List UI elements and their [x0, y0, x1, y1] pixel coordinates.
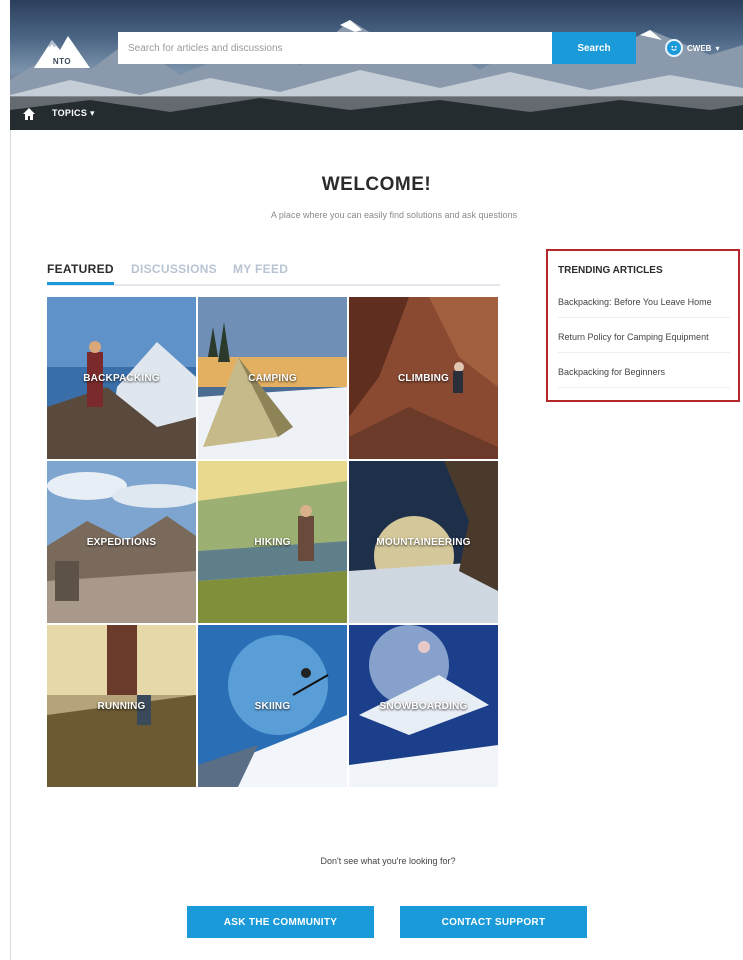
topic-label: MOUNTAINEERING: [376, 536, 471, 548]
topic-label: EXPEDITIONS: [86, 536, 157, 548]
tab-featured[interactable]: FEATURED: [47, 262, 114, 285]
tab-my-feed[interactable]: MY FEED: [233, 262, 288, 282]
ask-community-button[interactable]: ASK THE COMMUNITY: [187, 906, 374, 938]
topic-label: CLIMBING: [397, 372, 450, 384]
user-menu[interactable]: CWEB ▾: [665, 38, 719, 58]
tab-bar: FEATURED DISCUSSIONS MY FEED: [47, 262, 500, 286]
topic-label: BACKPACKING: [83, 372, 160, 384]
contact-support-button[interactable]: CONTACT SUPPORT: [400, 906, 587, 938]
nto-logo[interactable]: NTO: [32, 30, 92, 70]
user-name: CWEB: [687, 43, 712, 53]
topic-tile-hiking[interactable]: HIKING: [198, 461, 347, 623]
topic-tile-backpacking[interactable]: BACKPACKING: [47, 297, 196, 459]
avatar: [665, 39, 683, 57]
trending-article-link[interactable]: Return Policy for Camping Equipment: [558, 332, 730, 353]
tab-discussions[interactable]: DISCUSSIONS: [131, 262, 217, 282]
search-button[interactable]: Search: [552, 32, 636, 64]
help-question: Don't see what you're looking for?: [320, 856, 456, 866]
topic-tile-running[interactable]: RUNNING: [47, 625, 196, 787]
logo-text: NTO: [52, 57, 72, 66]
page-title: WELCOME!: [321, 174, 432, 195]
topic-tile-skiing[interactable]: SKIING: [198, 625, 347, 787]
trending-articles-panel: TRENDING ARTICLES Backpacking: Before Yo…: [546, 249, 740, 402]
page-edge: [10, 130, 11, 960]
topic-label: RUNNING: [97, 700, 146, 712]
topic-label: SKIING: [254, 700, 291, 712]
topic-tile-mountaineering[interactable]: MOUNTAINEERING: [349, 461, 498, 623]
nav-bar: TOPICS ▾: [10, 96, 743, 130]
search-input[interactable]: [118, 32, 552, 64]
topic-tile-snowboarding[interactable]: SNOWBOARDING: [349, 625, 498, 787]
topic-label: SNOWBOARDING: [379, 700, 468, 712]
topic-tile-climbing[interactable]: CLIMBING: [349, 297, 498, 459]
topic-label: HIKING: [254, 536, 291, 548]
page-subtitle: A place where you can easily find soluti…: [270, 210, 518, 220]
topics-menu[interactable]: TOPICS ▾: [52, 108, 95, 119]
chevron-down-icon: ▾: [89, 108, 95, 118]
topic-grid: BACKPACKING CAMPING CLIMBING EXPEDITIONS…: [47, 297, 500, 788]
topic-label: CAMPING: [248, 372, 297, 384]
trending-article-link[interactable]: Backpacking: Before You Leave Home: [558, 297, 730, 318]
topics-label: TOPICS: [52, 108, 88, 118]
topic-tile-expeditions[interactable]: EXPEDITIONS: [47, 461, 196, 623]
chevron-down-icon: ▾: [715, 43, 720, 53]
trending-article-link[interactable]: Backpacking for Beginners: [558, 367, 730, 388]
trending-title: TRENDING ARTICLES: [558, 265, 663, 276]
home-icon[interactable]: [22, 107, 36, 121]
smiley-icon: [671, 45, 677, 51]
topic-tile-camping[interactable]: CAMPING: [198, 297, 347, 459]
